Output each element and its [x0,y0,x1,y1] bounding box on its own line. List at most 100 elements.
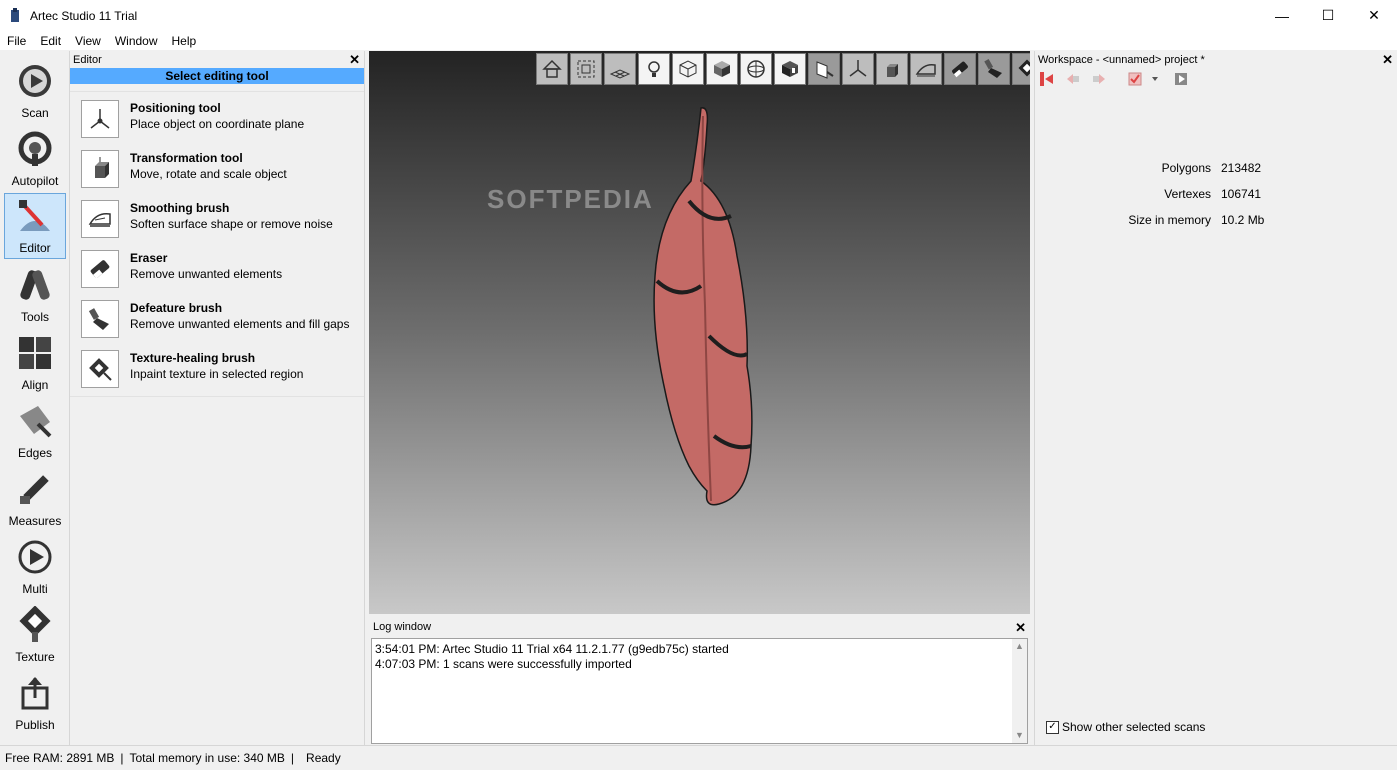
defeature-icon [81,300,119,338]
nav-edges[interactable]: Edges [4,397,66,463]
total-memory-status: Total memory in use: 340 MB [129,751,285,765]
viewport-transform-icon[interactable] [876,53,908,85]
menu-edit[interactable]: Edit [33,34,68,48]
viewport-positioning-icon[interactable] [842,53,874,85]
left-nav: Scan Autopilot Editor Tools Align Edges [0,51,70,745]
maximize-button[interactable]: ☐ [1305,0,1351,31]
light-icon[interactable] [638,53,670,85]
stat-label: Polygons [1161,161,1211,175]
solid-icon[interactable] [706,53,738,85]
positioning-icon [81,100,119,138]
status-separator: | [290,751,295,765]
menu-view[interactable]: View [68,34,108,48]
3d-viewport[interactable]: SOFTPEDIA [369,51,1030,614]
nav-label: Scan [21,106,49,120]
tool-list: Positioning tool Place object on coordin… [70,91,364,397]
wireframe-icon[interactable] [672,53,704,85]
transformation-icon [81,150,119,188]
status-bar: Free RAM: 2891 MB | Total memory in use:… [0,745,1397,770]
align-icon [16,334,54,372]
stat-size-in-memory: Size in memory 10.2 Mb [1035,207,1397,233]
workspace-close-button[interactable]: ✕ [1382,53,1393,66]
tool-desc: Move, rotate and scale object [130,167,287,181]
viewport-texture-heal-icon[interactable] [1012,53,1030,85]
viewport-smoothing-icon[interactable] [910,53,942,85]
log-line: 3:54:01 PM: Artec Studio 11 Trial x64 11… [375,642,729,656]
tool-name: Smoothing brush [130,201,230,215]
scan-icon [16,62,54,100]
texture-cube-icon[interactable] [774,53,806,85]
nav-label: Texture [15,650,55,664]
stat-value: 213482 [1221,161,1262,175]
show-other-scans-checkbox[interactable]: ✓ [1046,720,1059,734]
tool-name: Texture-healing brush [130,351,256,365]
nav-label: Publish [15,718,55,732]
tool-transformation[interactable]: Transformation tool Move, rotate and sca… [70,142,364,192]
stat-label: Size in memory [1128,213,1211,227]
tool-smoothing[interactable]: Smoothing brush Soften surface shape or … [70,192,364,242]
editor-close-button[interactable]: ✕ [349,53,360,66]
workspace-stats: Polygons 213482 Vertexes 106741 Size in … [1035,155,1397,233]
viewport-eraser-icon[interactable] [944,53,976,85]
close-window-button[interactable]: ✕ [1351,0,1397,31]
nav-publish[interactable]: Publish [4,669,66,735]
grid-icon[interactable] [604,53,636,85]
menu-window[interactable]: Window [108,34,165,48]
redo-icon[interactable] [1091,71,1107,87]
stat-value: 10.2 Mb [1221,213,1265,227]
log-text-area[interactable]: 3:54:01 PM: Artec Studio 11 Trial x64 11… [371,638,1028,744]
tool-eraser[interactable]: Eraser Remove unwanted elements [70,242,364,292]
nav-editor[interactable]: Editor [4,193,66,259]
stat-label: Vertexes [1164,187,1211,201]
undo-icon[interactable] [1065,71,1081,87]
editor-icon [16,197,54,235]
ready-status: Ready [306,751,341,765]
log-scrollbar[interactable]: ▲ ▼ [1012,639,1027,743]
viewport-toolbar [536,53,1030,85]
scroll-up-icon[interactable]: ▲ [1015,639,1024,654]
nav-label: Measures [8,514,62,528]
stat-vertexes: Vertexes 106741 [1035,181,1397,207]
nav-align[interactable]: Align [4,329,66,395]
tool-texture-healing[interactable]: Texture-healing brush Inpaint texture in… [70,342,364,392]
tool-name: Eraser [130,251,168,265]
nav-label: Edges [17,446,53,460]
menu-help[interactable]: Help [165,34,204,48]
sphere-icon[interactable] [740,53,772,85]
tools-icon [16,266,54,304]
nav-autopilot[interactable]: Autopilot [4,125,66,191]
workspace-panel: Workspace - <unnamed> project * ✕ Polygo… [1034,51,1397,745]
workspace-header: Workspace - <unnamed> project * ✕ [1035,51,1397,68]
fit-view-icon[interactable] [570,53,602,85]
nav-measures[interactable]: Measures [4,465,66,531]
menu-bar: File Edit View Window Help [0,31,1397,50]
play-icon[interactable] [1173,71,1189,87]
scroll-down-icon[interactable]: ▼ [1015,728,1024,743]
home-view-icon[interactable] [536,53,568,85]
tool-name: Defeature brush [130,301,223,315]
tool-defeature[interactable]: Defeature brush Remove unwanted elements… [70,292,364,342]
tool-desc: Soften surface shape or remove noise [130,217,333,231]
log-panel: Log window ✕ 3:54:01 PM: Artec Studio 11… [369,618,1030,745]
tool-positioning[interactable]: Positioning tool Place object on coordin… [70,92,364,142]
viewport-defeature-icon[interactable] [978,53,1010,85]
nav-tools[interactable]: Tools [4,261,66,327]
tool-desc: Remove unwanted elements [130,267,283,281]
select-scans-icon[interactable] [1127,71,1143,87]
nav-scan[interactable]: Scan [4,57,66,123]
nav-texture[interactable]: Texture [4,601,66,667]
section-icon[interactable] [808,53,840,85]
log-close-button[interactable]: ✕ [1015,621,1026,634]
multi-icon [16,538,54,576]
import-icon[interactable] [1039,71,1055,87]
minimize-button[interactable]: — [1259,0,1305,31]
editor-panel: Editor ✕ Select editing tool Positioning… [70,51,365,745]
log-line: 4:07:03 PM: 1 scans were successfully im… [375,657,632,671]
chevron-down-icon[interactable] [1147,71,1163,87]
nav-multi[interactable]: Multi [4,533,66,599]
measures-icon [16,470,54,508]
show-other-scans-option[interactable]: ✓ Show other selected scans [1046,720,1205,734]
menu-file[interactable]: File [0,34,33,48]
tool-desc: Remove unwanted elements and fill gaps [130,317,350,331]
tool-name: Positioning tool [130,101,221,115]
